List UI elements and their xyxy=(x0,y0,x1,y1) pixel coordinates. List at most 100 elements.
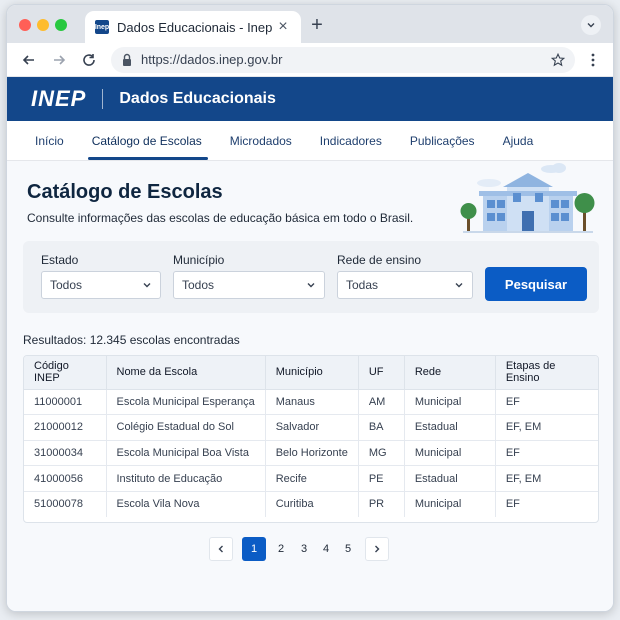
cell-etapas: EF, EM xyxy=(495,465,598,492)
table-row[interactable]: 11000001 Escola Municipal Esperança Mana… xyxy=(24,389,598,416)
arrow-left-icon xyxy=(22,54,34,65)
cell-uf: MG xyxy=(358,440,405,467)
rede-value: Todas xyxy=(346,278,379,292)
page-button-4[interactable]: 4 xyxy=(312,537,340,561)
page-title: Catálogo de Escolas xyxy=(27,181,223,203)
nav-item-indicadores[interactable]: Indicadores xyxy=(306,121,396,160)
tab-title: Dados Educacionais - Inep xyxy=(117,19,273,35)
table-row[interactable]: 41000056 Instituto de Educação Recife PE… xyxy=(24,465,598,492)
col-header-nome[interactable]: Nome da Escola xyxy=(106,356,266,390)
cell-codigo: 41000056 xyxy=(24,465,107,492)
next-page-button[interactable] xyxy=(365,537,389,561)
close-window-button[interactable] xyxy=(19,19,31,31)
table-row[interactable]: 31000034 Escola Municipal Boa Vista Belo… xyxy=(24,440,598,467)
estado-select[interactable]: Todos xyxy=(41,271,161,299)
chevron-down-icon xyxy=(587,23,595,28)
cell-etapas: EF, EM xyxy=(495,414,598,441)
col-header-uf[interactable]: UF xyxy=(358,356,405,390)
cell-etapas: EF xyxy=(495,389,598,416)
chevron-down-icon xyxy=(455,283,463,288)
page-button-1[interactable]: 1 xyxy=(242,537,266,561)
cell-uf: AM xyxy=(358,389,405,416)
schools-table: Código INEP Nome da Escola Município UF … xyxy=(23,355,599,523)
star-icon[interactable] xyxy=(551,52,565,67)
municipio-select[interactable]: Todos xyxy=(173,271,325,299)
col-header-codigo[interactable]: Código INEP xyxy=(24,356,107,390)
site-title: Dados Educacionais xyxy=(119,90,276,107)
browser-menu-button[interactable] xyxy=(583,48,603,72)
chevron-down-icon xyxy=(307,283,315,288)
chevron-right-icon xyxy=(375,545,380,553)
cell-etapas: EF xyxy=(505,498,520,511)
inep-favicon-icon: Inep xyxy=(95,20,109,34)
nav-item-microdados[interactable]: Microdados xyxy=(216,121,306,160)
nav-item-inicio[interactable]: Início xyxy=(21,121,78,160)
kebab-menu-icon xyxy=(591,53,595,66)
cell-uf: PR xyxy=(358,491,405,517)
browser-tab[interactable]: Inep Dados Educacionais - Inep × xyxy=(85,11,301,43)
cell-nome: Colégio Estadual do Sol xyxy=(106,414,266,441)
header-divider xyxy=(102,89,104,109)
minimize-window-button[interactable] xyxy=(37,19,49,31)
nav-item-ajuda[interactable]: Ajuda xyxy=(489,121,548,160)
arrow-right-icon xyxy=(54,54,66,65)
school-building-illustration xyxy=(460,163,595,233)
cell-rede: Municipal xyxy=(404,440,496,467)
cell-codigo: 31000034 xyxy=(24,440,107,467)
cell-nome: Escola Municipal Esperança xyxy=(106,389,266,416)
cell-municipio: Belo Horizonte xyxy=(265,440,359,467)
forward-button[interactable] xyxy=(47,48,71,72)
tab-search-button[interactable] xyxy=(581,15,601,35)
close-tab-icon[interactable]: × xyxy=(275,19,291,35)
site-header: INEP Dados Educacionais xyxy=(7,77,613,121)
tab-strip: Inep Dados Educacionais - Inep × + xyxy=(7,5,613,43)
nav-item-catalogo[interactable]: Catálogo de Escolas xyxy=(78,121,216,160)
col-header-etapas[interactable]: Etapas de Ensino xyxy=(495,356,598,390)
main-content: Catálogo de Escolas Consulte informações… xyxy=(7,161,613,611)
cell-municipio: Curitiba xyxy=(265,491,359,517)
nav-item-publicacoes[interactable]: Publicações xyxy=(396,121,489,160)
page-button-2[interactable]: 2 xyxy=(266,537,296,561)
col-header-rede[interactable]: Rede xyxy=(404,356,496,390)
cell-rede: Municipal xyxy=(404,491,496,517)
results-count: Resultados: 12.345 escolas encontradas xyxy=(23,333,240,347)
cell-etapas: EF xyxy=(495,440,598,467)
browser-window: Inep Dados Educacionais - Inep × + https… xyxy=(6,4,614,612)
search-button[interactable]: Pesquisar xyxy=(485,267,587,301)
table-row[interactable]: 21000012 Colégio Estadual do Sol Salvado… xyxy=(24,414,598,441)
cell-codigo: 51000078 xyxy=(24,491,107,517)
cell-rede: Estadual xyxy=(404,414,496,441)
col-header-municipio[interactable]: Município xyxy=(265,356,359,390)
pagination: 1 2 3 4 5 xyxy=(209,537,389,561)
table-row[interactable]: 51000078 Escola Vila Nova Curitiba PR Mu… xyxy=(24,491,598,517)
cell-uf: BA xyxy=(358,414,405,441)
page-button-3[interactable]: 3 xyxy=(296,537,312,561)
table-header-row: Código INEP Nome da Escola Município UF … xyxy=(24,356,598,390)
prev-page-button[interactable] xyxy=(209,537,233,561)
chevron-down-icon xyxy=(143,283,151,288)
new-tab-button[interactable]: + xyxy=(307,15,327,35)
inep-logo[interactable]: INEP xyxy=(31,86,86,112)
maximize-window-button[interactable] xyxy=(55,19,67,31)
municipio-value: Todos xyxy=(182,278,215,292)
cell-municipio: Recife xyxy=(265,465,359,492)
municipio-label: Município xyxy=(173,253,225,267)
url-text: https://dados.inep.gov.br xyxy=(141,52,283,67)
back-button[interactable] xyxy=(17,48,41,72)
browser-toolbar: https://dados.inep.gov.br xyxy=(7,43,613,77)
estado-value: Todos xyxy=(50,278,83,292)
cell-nome: Escola Municipal Boa Vista xyxy=(106,440,266,467)
cell-rede: Estadual xyxy=(404,465,496,492)
rede-select[interactable]: Todas xyxy=(337,271,473,299)
cell-municipio: Manaus xyxy=(265,389,359,416)
reload-button[interactable] xyxy=(77,48,101,72)
site-nav: Início Catálogo de Escolas Microdados In… xyxy=(7,121,613,161)
cell-municipio: Salvador xyxy=(265,414,359,441)
page-button-5[interactable]: 5 xyxy=(340,537,356,561)
cell-nome: Instituto de Educação xyxy=(106,465,266,492)
filter-panel: Estado Todos Município Todos Rede de ens… xyxy=(23,241,599,313)
estado-label: Estado xyxy=(41,253,79,267)
lock-icon xyxy=(123,53,131,66)
address-bar[interactable]: https://dados.inep.gov.br xyxy=(111,46,575,73)
cell-codigo: 21000012 xyxy=(24,414,107,441)
